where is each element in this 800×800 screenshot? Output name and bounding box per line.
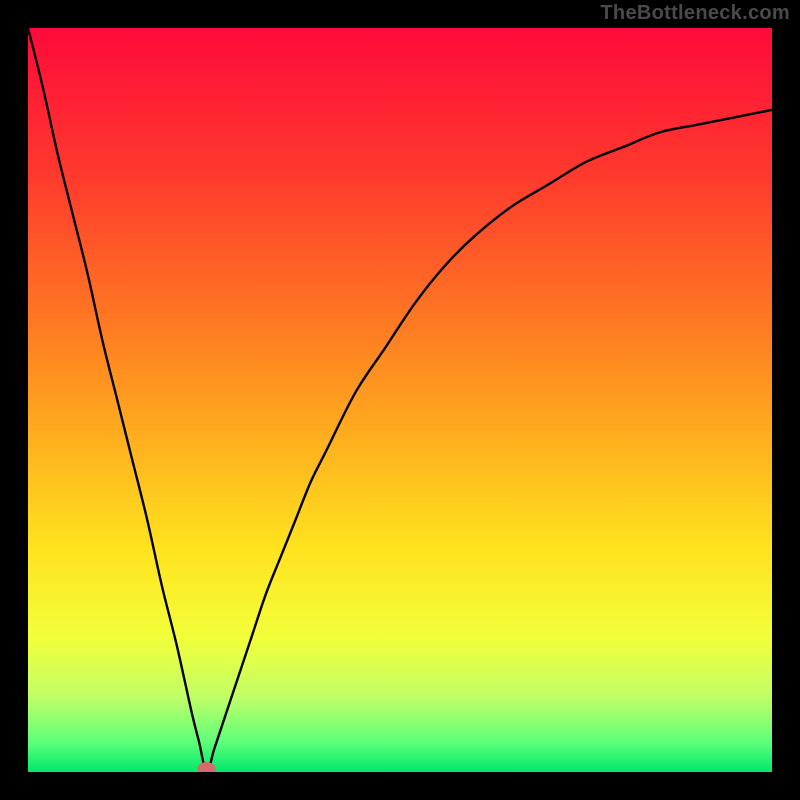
bottleneck-chart <box>28 28 772 772</box>
gradient-background <box>28 28 772 772</box>
chart-frame: TheBottleneck.com <box>0 0 800 800</box>
plot-area <box>28 28 772 772</box>
watermark-label: TheBottleneck.com <box>600 2 790 25</box>
